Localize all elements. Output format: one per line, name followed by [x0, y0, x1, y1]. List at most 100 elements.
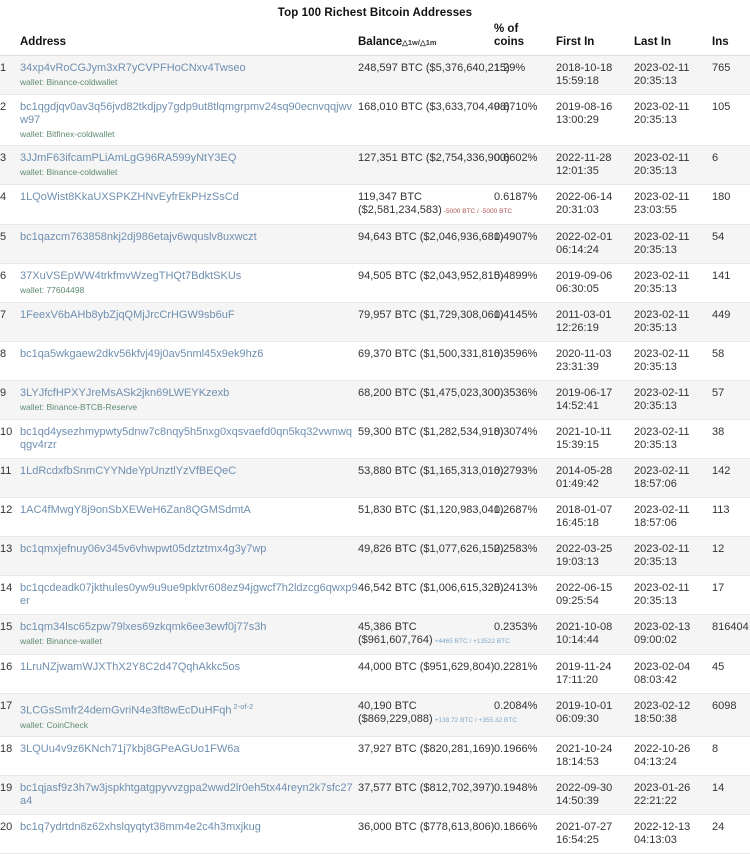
balance-usd-wrap: ($1,475,023,300) [417, 387, 504, 399]
last-in-time: 20:35:13 [634, 244, 677, 256]
wallet-label: wallet: CoinCheck [20, 719, 89, 730]
last-in-time: 18:57:06 [634, 478, 677, 490]
last-in-date: 2023-02-11 [634, 465, 690, 477]
balance-btc: 49,826 BTC [358, 543, 417, 555]
cell-rank: 13 [0, 543, 13, 555]
cell-first-in: 2020-11-03 23:31:39 [556, 342, 634, 381]
cell-first-in: 2014-05-28 01:49:42 [556, 459, 634, 498]
balance-btc: 119,347 BTC [358, 191, 423, 203]
cell-last-in: 2023-02-11 20:35:13 [634, 420, 712, 459]
balance-usd-wrap: ($1,077,626,152) [417, 543, 504, 555]
cell-rank: 17 [0, 700, 13, 712]
cell-percent-of-coins: 1.29% [494, 62, 526, 74]
balance-btc: 40,190 BTC [358, 700, 417, 712]
last-in-date: 2023-02-11 [634, 270, 690, 282]
cell-first-in: 2022-02-01 06:14:24 [556, 225, 634, 264]
first-in-date: 2011-03-01 [556, 309, 612, 321]
balance-usd: ($1,282,534,918) [416, 426, 504, 438]
cell-ins: 142 [712, 465, 731, 477]
address-link[interactable]: 3LCGsSmfr24demGvriN4e3ft8wEcDuHFqh [20, 705, 232, 717]
first-in-time: 12:01:35 [556, 165, 599, 177]
page-title: Top 100 Richest Bitcoin Addresses [277, 7, 473, 19]
cell-percent-of-coins: 0.8710% [494, 101, 538, 113]
balance-usd-wrap: ($1,500,331,816) [417, 348, 504, 360]
address-link[interactable]: bc1qazcm763858nkj2dj986etajv6wquslv8uxwc… [20, 231, 257, 243]
table-row: 5 bc1qazcm763858nkj2dj986etajv6wquslv8uxw… [0, 224, 750, 264]
address-link[interactable]: bc1qcdeadk07jkthules0yw9u9ue9pklvr608ez9… [20, 582, 358, 607]
cell-first-in: 2022-03-25 19:03:13 [556, 537, 634, 576]
last-in-time: 20:35:13 [634, 283, 677, 295]
last-in-time: 20:35:13 [634, 400, 677, 412]
last-in-time: 23:03:55 [634, 204, 677, 216]
table-row: 6 37XuVSEpWW4trkfmvWzegTHQt7BdktSKUs walle… [0, 264, 750, 303]
address-link[interactable]: bc1qjasf9z3h7w3jspkhtgatgpyvvzgpa2wwd2lr… [20, 782, 353, 807]
last-in-time: 20:35:13 [634, 361, 677, 373]
address-link[interactable]: bc1qmxjefnuy06v345v6vhwpwt05dztztmx4g3y7… [20, 543, 266, 555]
address-link[interactable]: 1AC4fMwgY8j9onSbXEWeH6Zan8QGMSdmtA [20, 504, 251, 516]
column-header-first-in[interactable]: First In [556, 23, 634, 56]
address-link[interactable]: 3JJmF63ifcamPLiAmLgG96RA599yNtY3EQ [20, 152, 236, 164]
address-link[interactable]: 37XuVSEpWW4trkfmvWzegTHQt7BdktSKUs [20, 270, 241, 282]
column-header-balance[interactable]: Balance△1w/△1m [358, 23, 494, 56]
cell-balance: 40,190 BTC ($869,229,088) +138.72 BTC / +3… [358, 694, 517, 737]
balance-usd-wrap: ($820,281,169) [417, 743, 495, 755]
address-link[interactable]: 1LruNZjwamWJXThX2Y8C2d47QqhAkkc5os [20, 661, 240, 673]
cell-rank: 1 [0, 62, 7, 74]
last-in-time: 08:03:42 [634, 674, 677, 686]
cell-address: bc1qjasf9z3h7w3jspkhtgatgpyvvzgpa2wwd2lr… [20, 775, 358, 814]
table-row: 4 1LQoWist8KkaUXSPKZHNvEyfrEkPHzSsCd 119,3… [0, 185, 750, 225]
last-in-time: 20:35:13 [634, 165, 677, 177]
cell-rank: 6 [0, 270, 7, 282]
cell-rank: 8 [0, 348, 7, 360]
cell-rank: 9 [0, 387, 7, 399]
column-header-ins[interactable]: Ins [712, 23, 750, 56]
first-in-time: 23:31:39 [556, 361, 599, 373]
cell-percent-of-coins: 0.3596% [494, 348, 538, 360]
address-link[interactable]: 1LdRcdxfbSnmCYYNdeYpUnztlYzVfBEQeC [20, 465, 236, 477]
cell-percent-of-coins: 0.3074% [494, 426, 538, 438]
column-header-address[interactable]: Address [20, 23, 358, 56]
balance-usd-wrap: ($1,729,308,061) [417, 309, 504, 321]
last-in-time: 20:35:13 [634, 439, 677, 451]
wallet-label: wallet: Bitfinex-coldwallet [20, 129, 115, 139]
address-link[interactable]: 3LQUu4v9z6KNch71j7kbj8GPeAGUo1FW6a [20, 743, 240, 755]
address-link[interactable]: bc1qa5wkgaew2dkv56kfvj49j0av5nml45x9ek9h… [20, 348, 263, 360]
address-link[interactable]: bc1qgdjqv0av3q56jvd82tkdjpy7gdp9ut8tlqmg… [20, 101, 352, 126]
last-in-time: 18:50:38 [634, 713, 677, 725]
address-link[interactable]: 1LQoWist8KkaUXSPKZHNvEyfrEkPHzSsCd [20, 191, 239, 203]
table-row: 3 3JJmF63ifcamPLiAmLgG96RA599yNtY3EQ walle… [0, 145, 750, 185]
cell-last-in: 2023-02-11 20:35:13 [634, 342, 712, 381]
table-row: 15 bc1qm34lsc65zpw79lxes69zkqmk6ee3ewf0j7… [0, 614, 750, 655]
cell-first-in: 2021-10-11 15:39:15 [556, 420, 634, 459]
table-header: Address Balance△1w/△1m % of coins First I… [0, 23, 750, 56]
last-in-time: 20:35:13 [634, 75, 677, 87]
cell-first-in: 2019-09-06 06:30:05 [556, 264, 634, 303]
address-link[interactable]: bc1qd4ysezhmypwty5dnw7c8nqy5h5nxg0xqsvae… [20, 426, 352, 451]
table-row: 19 bc1qjasf9z3h7w3jspkhtgatgpyvvzgpa2wwd2… [0, 775, 750, 815]
last-in-date: 2023-02-11 [634, 309, 690, 321]
address-link[interactable]: 1FeexV6bAHb8ybZjqQMjJrcCrHGW9sb6uF [20, 309, 235, 321]
balance-usd: ($961,607,764) [358, 634, 433, 646]
cell-address: bc1q7ydrtdn8z62xhslqyqtyt38mm4e2c4h3mxjk… [20, 814, 358, 853]
column-header-percent-line1: % of [494, 23, 519, 35]
balance-btc: 59,300 BTC [358, 426, 417, 438]
table-row: 16 1LruNZjwamWJXThX2Y8C2d47QqhAkkc5os 44,0… [0, 655, 750, 694]
address-link[interactable]: bc1q7ydrtdn8z62xhslqyqtyt38mm4e2c4h3mxjk… [20, 821, 261, 833]
balance-usd: ($1,500,331,816) [416, 348, 504, 360]
cell-balance: 69,370 BTC ($1,500,331,816) [358, 342, 504, 381]
cell-ins: 45 [712, 661, 725, 673]
column-header-last-in[interactable]: Last In [634, 23, 712, 56]
column-header-balance-delta: △1w/△1m [402, 37, 437, 47]
cell-last-in: 2023-02-11 18:57:06 [634, 459, 712, 498]
cell-balance: 79,957 BTC ($1,729,308,061) [358, 303, 504, 342]
balance-usd-wrap: ($2,581,234,583) -5000 BTC / -5000 BTC [358, 204, 512, 218]
last-in-date: 2023-02-13 [634, 621, 691, 633]
cell-last-in: 2023-01-26 22:21:22 [634, 775, 712, 814]
address-link[interactable]: 3LYJfcfHPXYJreMsASk2jkn69LWEYKzexb [20, 387, 229, 399]
column-header-percent-of-coins[interactable]: % of coins [494, 23, 556, 56]
balance-usd: ($1,077,626,152) [416, 543, 504, 555]
address-link[interactable]: bc1qm34lsc65zpw79lxes69zkqmk6ee3ewf0j77s… [20, 621, 266, 633]
balance-btc: 36,000 BTC [358, 820, 417, 833]
cell-last-in: 2023-02-11 20:35:13 [634, 381, 712, 420]
address-link[interactable]: 34xp4vRoCGJym3xR7yCVPFHoCNxv4Twseo [20, 62, 246, 74]
